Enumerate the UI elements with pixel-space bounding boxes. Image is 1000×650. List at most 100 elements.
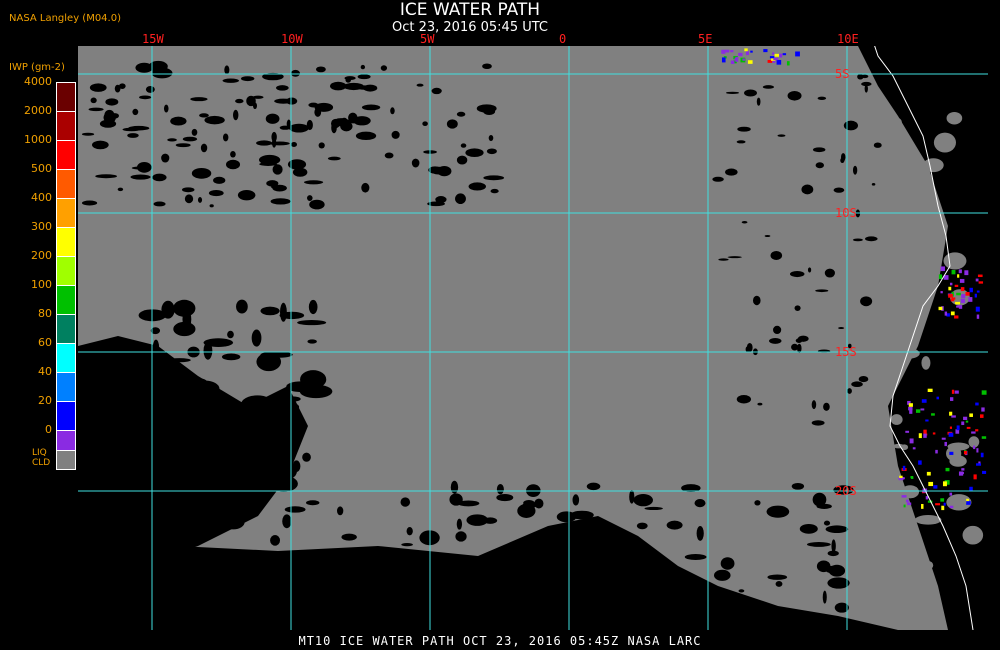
southwest-clear-patch bbox=[302, 452, 311, 462]
southwest-clear-patch bbox=[204, 467, 218, 482]
ice-pixel bbox=[903, 504, 906, 508]
south-clear-patch bbox=[400, 497, 411, 507]
north-clear-patch bbox=[135, 62, 153, 73]
east-clear-patch bbox=[744, 89, 757, 97]
ice-pixel bbox=[776, 59, 782, 65]
southwest-clear-patch bbox=[168, 358, 191, 363]
south-clear-patch bbox=[791, 482, 805, 490]
ice-pixel bbox=[966, 426, 971, 429]
east-clear-patch bbox=[736, 394, 752, 404]
east-clear-patch bbox=[777, 134, 786, 137]
land-cloud-patch bbox=[946, 111, 963, 125]
ice-pixel bbox=[763, 49, 768, 53]
southwest-clear-patch bbox=[260, 306, 280, 316]
southwest-clear-patch bbox=[106, 354, 133, 361]
ice-pixel bbox=[902, 465, 906, 471]
ice-pixel bbox=[951, 270, 956, 275]
ice-pixel bbox=[920, 408, 925, 411]
legend-swatch-300 bbox=[56, 227, 76, 258]
ice-pixel bbox=[969, 287, 973, 293]
ice-pixel bbox=[957, 274, 960, 278]
north-clear-patch bbox=[191, 128, 198, 136]
ice-pixel bbox=[966, 501, 971, 505]
ice-pixel bbox=[977, 274, 983, 278]
north-clear-patch bbox=[276, 85, 289, 91]
ice-water-path-map[interactable]: 5S 10S 15S 20S bbox=[78, 46, 988, 630]
south-clear-patch bbox=[389, 549, 401, 563]
north-clear-patch bbox=[145, 85, 155, 93]
legend-tick-40: 40 bbox=[38, 365, 52, 378]
north-clear-patch bbox=[88, 107, 104, 112]
legend-swatch-2000 bbox=[56, 111, 76, 142]
southwest-clear-patch bbox=[228, 428, 241, 446]
north-clear-patch bbox=[190, 97, 208, 102]
north-clear-patch bbox=[456, 111, 466, 117]
ice-pixel bbox=[955, 301, 961, 305]
south-clear-patch bbox=[696, 525, 704, 541]
ice-pixel bbox=[965, 292, 970, 296]
south-clear-patch bbox=[767, 574, 788, 580]
south-clear-patch bbox=[204, 502, 215, 509]
south-clear-patch bbox=[135, 583, 154, 589]
ice-pixel bbox=[933, 485, 938, 489]
south-clear-patch bbox=[633, 493, 653, 507]
north-clear-patch bbox=[460, 143, 467, 148]
south-clear-patch bbox=[534, 498, 544, 509]
south-clear-patch bbox=[270, 535, 281, 546]
south-clear-patch bbox=[127, 561, 150, 570]
north-clear-patch bbox=[422, 121, 428, 127]
ice-pixel bbox=[932, 432, 936, 435]
ice-pixel bbox=[912, 447, 916, 450]
north-clear-patch bbox=[411, 158, 420, 168]
south-clear-patch bbox=[496, 494, 514, 502]
southwest-clear-patch bbox=[284, 396, 301, 402]
ice-pixel bbox=[973, 445, 976, 450]
ice-pixel bbox=[742, 58, 745, 61]
south-clear-patch bbox=[398, 577, 411, 584]
producer-label: NASA Langley (M04.0) bbox=[9, 13, 121, 24]
north-clear-patch bbox=[208, 189, 224, 197]
ice-pixel bbox=[730, 60, 735, 64]
east-clear-patch bbox=[815, 162, 824, 169]
longitude-label-5W: 5W bbox=[420, 32, 435, 46]
north-clear-patch bbox=[222, 78, 239, 83]
north-clear-patch bbox=[209, 204, 214, 208]
ice-pixel bbox=[915, 409, 921, 413]
ice-pixel bbox=[951, 415, 956, 418]
east-clear-patch bbox=[873, 142, 882, 148]
north-clear-patch bbox=[130, 174, 151, 180]
south-clear-patch bbox=[401, 543, 413, 547]
southwest-clear-patch bbox=[189, 484, 223, 490]
south-clear-patch bbox=[606, 584, 628, 591]
east-clear-patch bbox=[725, 168, 738, 176]
south-clear-patch bbox=[99, 525, 107, 535]
ice-pixel bbox=[909, 438, 914, 444]
ice-pixel bbox=[950, 397, 954, 401]
north-clear-patch bbox=[270, 185, 283, 189]
southwest-clear-patch bbox=[144, 423, 166, 436]
legend-swatch-100 bbox=[56, 285, 76, 316]
north-clear-patch bbox=[279, 125, 291, 130]
ice-pixel bbox=[901, 495, 907, 498]
southwest-clear-patch bbox=[233, 477, 246, 484]
ice-pixel bbox=[974, 293, 977, 298]
north-clear-patch bbox=[161, 153, 170, 163]
east-clear-patch bbox=[741, 220, 748, 224]
ice-pixel bbox=[976, 314, 980, 319]
ice-pixel bbox=[918, 460, 922, 465]
south-clear-patch bbox=[570, 510, 594, 520]
south-clear-patch bbox=[523, 499, 535, 507]
south-clear-patch bbox=[449, 493, 463, 506]
ice-pixel bbox=[938, 306, 943, 311]
north-clear-patch bbox=[204, 115, 225, 125]
south-clear-patch bbox=[455, 531, 467, 542]
southwest-clear-patch bbox=[190, 378, 210, 398]
ice-pixel bbox=[968, 297, 973, 302]
south-clear-patch bbox=[197, 595, 205, 606]
ice-pixel bbox=[956, 305, 961, 308]
south-clear-patch bbox=[822, 590, 827, 604]
ice-pixel bbox=[936, 396, 939, 400]
latitude-label-15S: 15S bbox=[835, 345, 857, 359]
legend-swatch-200 bbox=[56, 256, 76, 287]
southwest-clear-patch bbox=[187, 433, 208, 441]
